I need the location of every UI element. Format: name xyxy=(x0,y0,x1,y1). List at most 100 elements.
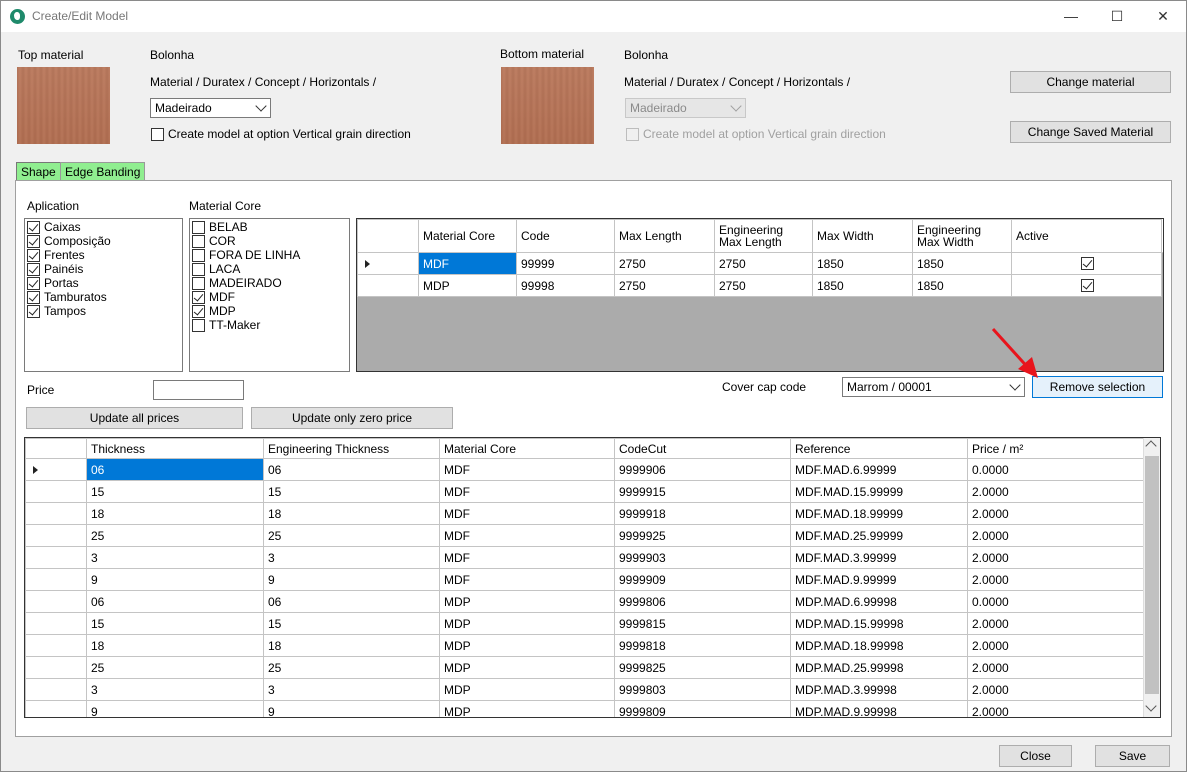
cell-thickness[interactable]: 9 xyxy=(86,700,264,717)
cell-thickness[interactable]: 06 xyxy=(86,458,264,481)
cell-material-core[interactable]: MDP xyxy=(439,678,615,701)
cell-reference[interactable]: MDP.MAD.25.99998 xyxy=(790,656,968,679)
row-header[interactable] xyxy=(357,252,419,275)
cell-core[interactable]: MDF xyxy=(418,252,517,275)
cell-engineering-thickness[interactable]: 18 xyxy=(263,634,440,657)
change-saved-material-button[interactable]: Change Saved Material xyxy=(1010,121,1171,143)
cell-codecut[interactable]: 9999803 xyxy=(614,678,791,701)
cell-max-length[interactable]: 2750 xyxy=(614,252,715,275)
cell-thickness[interactable]: 18 xyxy=(86,502,264,525)
cell-reference[interactable]: MDP.MAD.15.99998 xyxy=(790,612,968,635)
update-all-prices-button[interactable]: Update all prices xyxy=(26,407,243,429)
row-header[interactable] xyxy=(25,502,87,525)
cell-price-m2[interactable]: 2.0000 xyxy=(967,634,1144,657)
cell-price-m2[interactable]: 2.0000 xyxy=(967,524,1144,547)
col-header-reference[interactable]: Reference xyxy=(790,438,968,459)
aplication-checkbox[interactable] xyxy=(27,277,40,290)
row-header[interactable] xyxy=(25,480,87,503)
material-core-checkbox[interactable] xyxy=(192,263,205,276)
tab-shape[interactable]: Shape xyxy=(16,162,61,182)
change-material-button[interactable]: Change material xyxy=(1010,71,1171,93)
table-row[interactable]: 06 06 MDP 9999806 MDP.MAD.6.99998 0.0000 xyxy=(25,590,1144,613)
cell-thickness[interactable]: 25 xyxy=(86,524,264,547)
cell-engineering-thickness[interactable]: 06 xyxy=(263,590,440,613)
cell-reference[interactable]: MDP.MAD.6.99998 xyxy=(790,590,968,613)
cell-reference[interactable]: MDF.MAD.25.99999 xyxy=(790,524,968,547)
cell-thickness[interactable]: 3 xyxy=(86,546,264,569)
cell-eng-max-width[interactable]: 1850 xyxy=(912,252,1012,275)
cell-max-width[interactable]: 1850 xyxy=(812,252,913,275)
close-icon[interactable]: ✕ xyxy=(1140,1,1186,32)
cell-codecut[interactable]: 9999903 xyxy=(614,546,791,569)
cell-price-m2[interactable]: 2.0000 xyxy=(967,656,1144,679)
remove-selection-button[interactable]: Remove selection xyxy=(1032,376,1163,398)
material-core-checkbox[interactable] xyxy=(192,319,205,332)
row-header[interactable] xyxy=(25,656,87,679)
row-header[interactable] xyxy=(25,634,87,657)
cell-reference[interactable]: MDP.MAD.18.99998 xyxy=(790,634,968,657)
cell-max-width[interactable]: 1850 xyxy=(812,274,913,297)
close-button[interactable]: Close xyxy=(999,745,1072,767)
material-core-checkbox[interactable] xyxy=(192,249,205,262)
cell-engineering-thickness[interactable]: 3 xyxy=(263,678,440,701)
cell-codecut[interactable]: 9999918 xyxy=(614,502,791,525)
cell-price-m2[interactable]: 2.0000 xyxy=(967,612,1144,635)
cell-price-m2[interactable]: 2.0000 xyxy=(967,700,1144,717)
cell-price-m2[interactable]: 2.0000 xyxy=(967,480,1144,503)
cell-codecut[interactable]: 9999925 xyxy=(614,524,791,547)
cell-material-core[interactable]: MDF xyxy=(439,546,615,569)
cell-material-core[interactable]: MDF xyxy=(439,480,615,503)
aplication-checkbox[interactable] xyxy=(27,291,40,304)
tab-edge-banding[interactable]: Edge Banding xyxy=(60,162,146,181)
col-header-max-width[interactable]: Max Width xyxy=(812,219,913,253)
row-header[interactable] xyxy=(25,700,87,717)
table-row[interactable]: MDF 99999 2750 2750 1850 1850 xyxy=(357,252,1163,275)
material-core-checkbox[interactable] xyxy=(192,305,205,318)
row-header[interactable] xyxy=(25,590,87,613)
table-row[interactable]: 15 15 MDP 9999815 MDP.MAD.15.99998 2.0000 xyxy=(25,612,1144,635)
cell-engineering-thickness[interactable]: 25 xyxy=(263,656,440,679)
cell-eng-max-width[interactable]: 1850 xyxy=(912,274,1012,297)
col-header-engineering-max-length[interactable]: Engineering Max Length xyxy=(714,219,813,253)
cell-reference[interactable]: MDF.MAD.18.99999 xyxy=(790,502,968,525)
update-only-zero-price-button[interactable]: Update only zero price xyxy=(251,407,453,429)
cell-codecut[interactable]: 9999809 xyxy=(614,700,791,717)
cell-code[interactable]: 99998 xyxy=(516,274,615,297)
cell-engineering-thickness[interactable]: 15 xyxy=(263,480,440,503)
row-header[interactable] xyxy=(25,524,87,547)
col-header-codecut[interactable]: CodeCut xyxy=(614,438,791,459)
cell-reference[interactable]: MDF.MAD.15.99999 xyxy=(790,480,968,503)
cell-thickness[interactable]: 15 xyxy=(86,612,264,635)
table-row[interactable]: 9 9 MDF 9999909 MDF.MAD.9.99999 2.0000 xyxy=(25,568,1144,591)
cell-material-core[interactable]: MDF xyxy=(439,524,615,547)
cell-price-m2[interactable]: 0.0000 xyxy=(967,458,1144,481)
cell-material-core[interactable]: MDP xyxy=(439,634,615,657)
material-core-checkbox[interactable] xyxy=(192,277,205,290)
row-header[interactable] xyxy=(25,568,87,591)
cell-engineering-thickness[interactable]: 18 xyxy=(263,502,440,525)
cell-price-m2[interactable]: 2.0000 xyxy=(967,568,1144,591)
cell-price-m2[interactable]: 2.0000 xyxy=(967,546,1144,569)
cell-reference[interactable]: MDP.MAD.9.99998 xyxy=(790,700,968,717)
bottom-material-swatch[interactable] xyxy=(501,67,594,144)
cell-price-m2[interactable]: 2.0000 xyxy=(967,678,1144,701)
row-header[interactable] xyxy=(25,612,87,635)
top-material-swatch[interactable] xyxy=(17,67,110,144)
cell-codecut[interactable]: 9999906 xyxy=(614,458,791,481)
material-core-checkbox[interactable] xyxy=(192,291,205,304)
material-core-checkbox[interactable] xyxy=(192,221,205,234)
active-checkbox[interactable] xyxy=(1081,279,1094,292)
table-row[interactable]: 25 25 MDF 9999925 MDF.MAD.25.99999 2.0000 xyxy=(25,524,1144,547)
cell-thickness[interactable]: 06 xyxy=(86,590,264,613)
cell-active[interactable] xyxy=(1011,252,1162,275)
aplication-checkbox[interactable] xyxy=(27,235,40,248)
cell-thickness[interactable]: 25 xyxy=(86,656,264,679)
cell-material-core[interactable]: MDP xyxy=(439,612,615,635)
cell-codecut[interactable]: 9999818 xyxy=(614,634,791,657)
cell-codecut[interactable]: 9999915 xyxy=(614,480,791,503)
cell-price-m2[interactable]: 0.0000 xyxy=(967,590,1144,613)
cell-eng-max-length[interactable]: 2750 xyxy=(714,274,813,297)
cell-material-core[interactable]: MDF xyxy=(439,568,615,591)
table-row[interactable]: 3 3 MDF 9999903 MDF.MAD.3.99999 2.0000 xyxy=(25,546,1144,569)
cell-reference[interactable]: MDF.MAD.6.99999 xyxy=(790,458,968,481)
